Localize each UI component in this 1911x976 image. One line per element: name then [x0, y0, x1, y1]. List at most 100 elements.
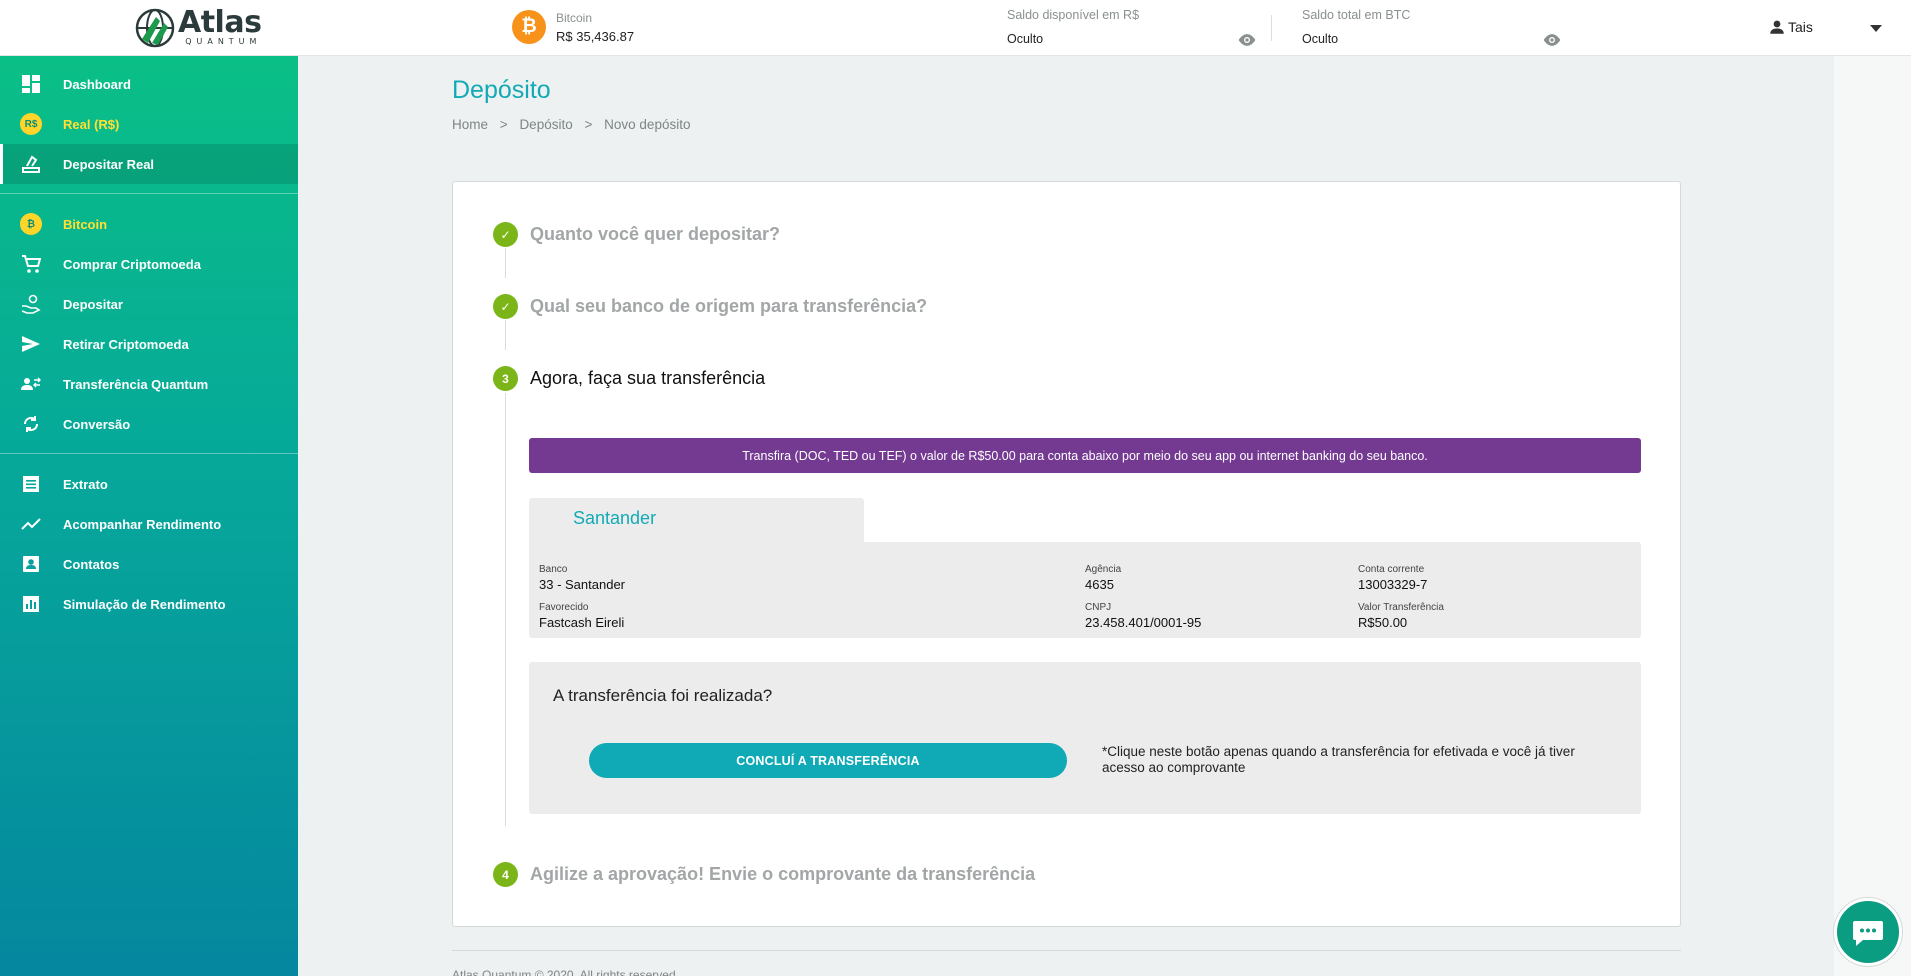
sidebar-divider: [0, 453, 298, 454]
trending-icon: [20, 513, 42, 535]
field-label: Conta corrente: [1358, 564, 1425, 575]
sidebar-item-rendimento[interactable]: Acompanhar Rendimento: [0, 504, 298, 544]
sidebar-item-label: Contatos: [63, 556, 120, 572]
sidebar-item-simulacao[interactable]: Simulação de Rendimento: [0, 584, 298, 624]
top-header: Atlas QUANTUM ₿ Bitcoin R$ 35,436.87 Sal…: [0, 0, 1911, 56]
stepper-line: [505, 248, 506, 278]
check-icon: ✓: [493, 294, 518, 319]
check-icon: ✓: [493, 222, 518, 247]
sidebar-item-label: Depositar: [63, 296, 123, 312]
sidebar-item-conversao[interactable]: Conversão: [0, 404, 298, 444]
stepper-line: [505, 393, 506, 826]
balance-brl-label: Saldo disponível em R$: [1007, 8, 1140, 22]
balance-btc-value: Oculto: [1302, 32, 1339, 46]
deposit-hand-icon: [20, 293, 42, 315]
header-divider: [1271, 15, 1272, 41]
breadcrumb: Home > Depósito > Novo depósito: [452, 117, 690, 132]
page-title: Depósito: [452, 76, 551, 104]
step-title: Agora, faça sua transferência: [530, 368, 766, 388]
sidebar: Dashboard R$ Real (R$) Depositar Real ₿ …: [0, 56, 298, 976]
convert-icon: [20, 413, 42, 435]
step-2[interactable]: ✓ Qual seu banco de origem para transfer…: [493, 294, 927, 319]
field-conta: Conta corrente 13003329-7: [1358, 564, 1427, 592]
field-value: 13003329-7: [1358, 577, 1428, 592]
breadcrumb-current: Novo depósito: [604, 117, 691, 132]
logo-subtitle: QUANTUM: [185, 37, 262, 46]
eye-icon[interactable]: [1542, 30, 1562, 50]
step-number: 3: [493, 366, 518, 391]
step-title: Qual seu banco de origem para transferên…: [530, 296, 928, 316]
step-title: Agilize a aprovação! Envie o comprovante…: [530, 864, 1036, 884]
cart-icon: [20, 253, 42, 275]
field-label: Valor Transferência: [1358, 602, 1444, 613]
sidebar-item-label: Conversão: [63, 416, 131, 432]
step-4[interactable]: 4 Agilize a aprovação! Envie o comprovan…: [493, 862, 1035, 887]
confirm-transfer-box: A transferência foi realizada? CONCLUÍ A…: [529, 662, 1641, 814]
field-valor: Valor Transferência R$50.00: [1358, 602, 1444, 630]
confirm-question: A transferência foi realizada?: [553, 686, 773, 705]
user-menu[interactable]: Tais: [1768, 18, 1813, 36]
step-title: Quanto você quer depositar?: [530, 224, 781, 244]
breadcrumb-home[interactable]: Home: [452, 117, 488, 132]
sidebar-item-depositar[interactable]: Depositar: [0, 284, 298, 324]
field-value: 4635: [1085, 577, 1114, 592]
field-value: R$50.00: [1358, 615, 1408, 630]
real-icon: R$: [20, 113, 42, 135]
sidebar-item-label: Retirar Criptomoeda: [63, 336, 189, 352]
sidebar-item-label: Acompanhar Rendimento: [63, 516, 222, 532]
sidebar-item-label: Bitcoin: [63, 216, 108, 232]
field-cnpj: CNPJ 23.458.401/0001-95: [1085, 602, 1201, 630]
chat-button[interactable]: [1834, 898, 1902, 966]
footer-divider: [452, 950, 1681, 951]
logo-name: Atlas: [178, 5, 262, 40]
stepper-line: [505, 320, 506, 350]
sidebar-divider: [0, 193, 298, 194]
bank-details: Banco 33 - Santander Favorecido Fastcash…: [529, 542, 1641, 638]
coin-name: Bitcoin: [556, 10, 593, 25]
sidebar-item-label: Extrato: [63, 476, 108, 492]
step-1[interactable]: ✓ Quanto você quer depositar?: [493, 222, 780, 247]
sidebar-item-contatos[interactable]: Contatos: [0, 544, 298, 584]
balance-brl-value: Oculto: [1007, 32, 1044, 46]
bank-tab[interactable]: Santander: [529, 498, 864, 544]
breadcrumb-deposito[interactable]: Depósito: [519, 117, 572, 132]
dashboard-icon: [20, 73, 42, 95]
field-banco: Banco 33 - Santander: [539, 564, 625, 592]
sidebar-item-label: Transferência Quantum: [63, 376, 209, 392]
chat-bubble-icon: [1853, 921, 1883, 946]
eye-icon[interactable]: [1237, 30, 1257, 50]
field-label: Banco: [539, 564, 568, 575]
chevron-down-icon[interactable]: [1870, 25, 1882, 32]
sidebar-item-depositar-real[interactable]: Depositar Real: [0, 144, 298, 184]
field-label: Agência: [1085, 564, 1122, 575]
breadcrumb-separator: >: [499, 117, 508, 132]
sidebar-section-real[interactable]: R$ Real (R$): [0, 104, 298, 144]
balance-brl: Saldo disponível em R$ Oculto: [1007, 8, 1267, 46]
field-value: Fastcash Eireli: [539, 615, 625, 630]
sidebar-item-label: Comprar Criptomoeda: [63, 256, 201, 272]
sidebar-section-bitcoin[interactable]: ₿ Bitcoin: [0, 204, 298, 244]
atlas-logo[interactable]: Atlas QUANTUM: [134, 5, 262, 49]
chart-bars-icon: [20, 593, 42, 615]
sidebar-item-label: Simulação de Rendimento: [63, 596, 226, 612]
sidebar-item-retirar[interactable]: Retirar Criptomoeda: [0, 324, 298, 364]
transfer-instructions-alert: Transfira (DOC, TED ou TEF) o valor de R…: [529, 438, 1641, 473]
bitcoin-coin-icon: ₿: [512, 10, 546, 44]
confirm-note: *Clique neste botão apenas quando a tran…: [1102, 744, 1575, 775]
right-gutter: [1834, 56, 1911, 976]
sidebar-item-extrato[interactable]: Extrato: [0, 464, 298, 504]
transfer-user-icon: [20, 373, 42, 395]
sidebar-item-dashboard[interactable]: Dashboard: [0, 64, 298, 104]
confirm-transfer-button[interactable]: CONCLUÍ A TRANSFERÊNCIA: [589, 743, 1067, 778]
step-number: 4: [493, 862, 518, 887]
bank-tab-label: Santander: [573, 508, 657, 528]
sidebar-item-transferencia[interactable]: Transferência Quantum: [0, 364, 298, 404]
step-3: 3 Agora, faça sua transferência: [493, 366, 765, 391]
field-value: 23.458.401/0001-95: [1085, 615, 1202, 630]
field-value: 33 - Santander: [539, 577, 626, 592]
deposit-stepper-card: ✓ Quanto você quer depositar? ✓ Qual seu…: [452, 181, 1681, 927]
statement-icon: [20, 473, 42, 495]
user-name: Tais: [1788, 19, 1813, 35]
coin-price: R$ 35,436.87: [556, 28, 635, 44]
sidebar-item-comprar[interactable]: Comprar Criptomoeda: [0, 244, 298, 284]
